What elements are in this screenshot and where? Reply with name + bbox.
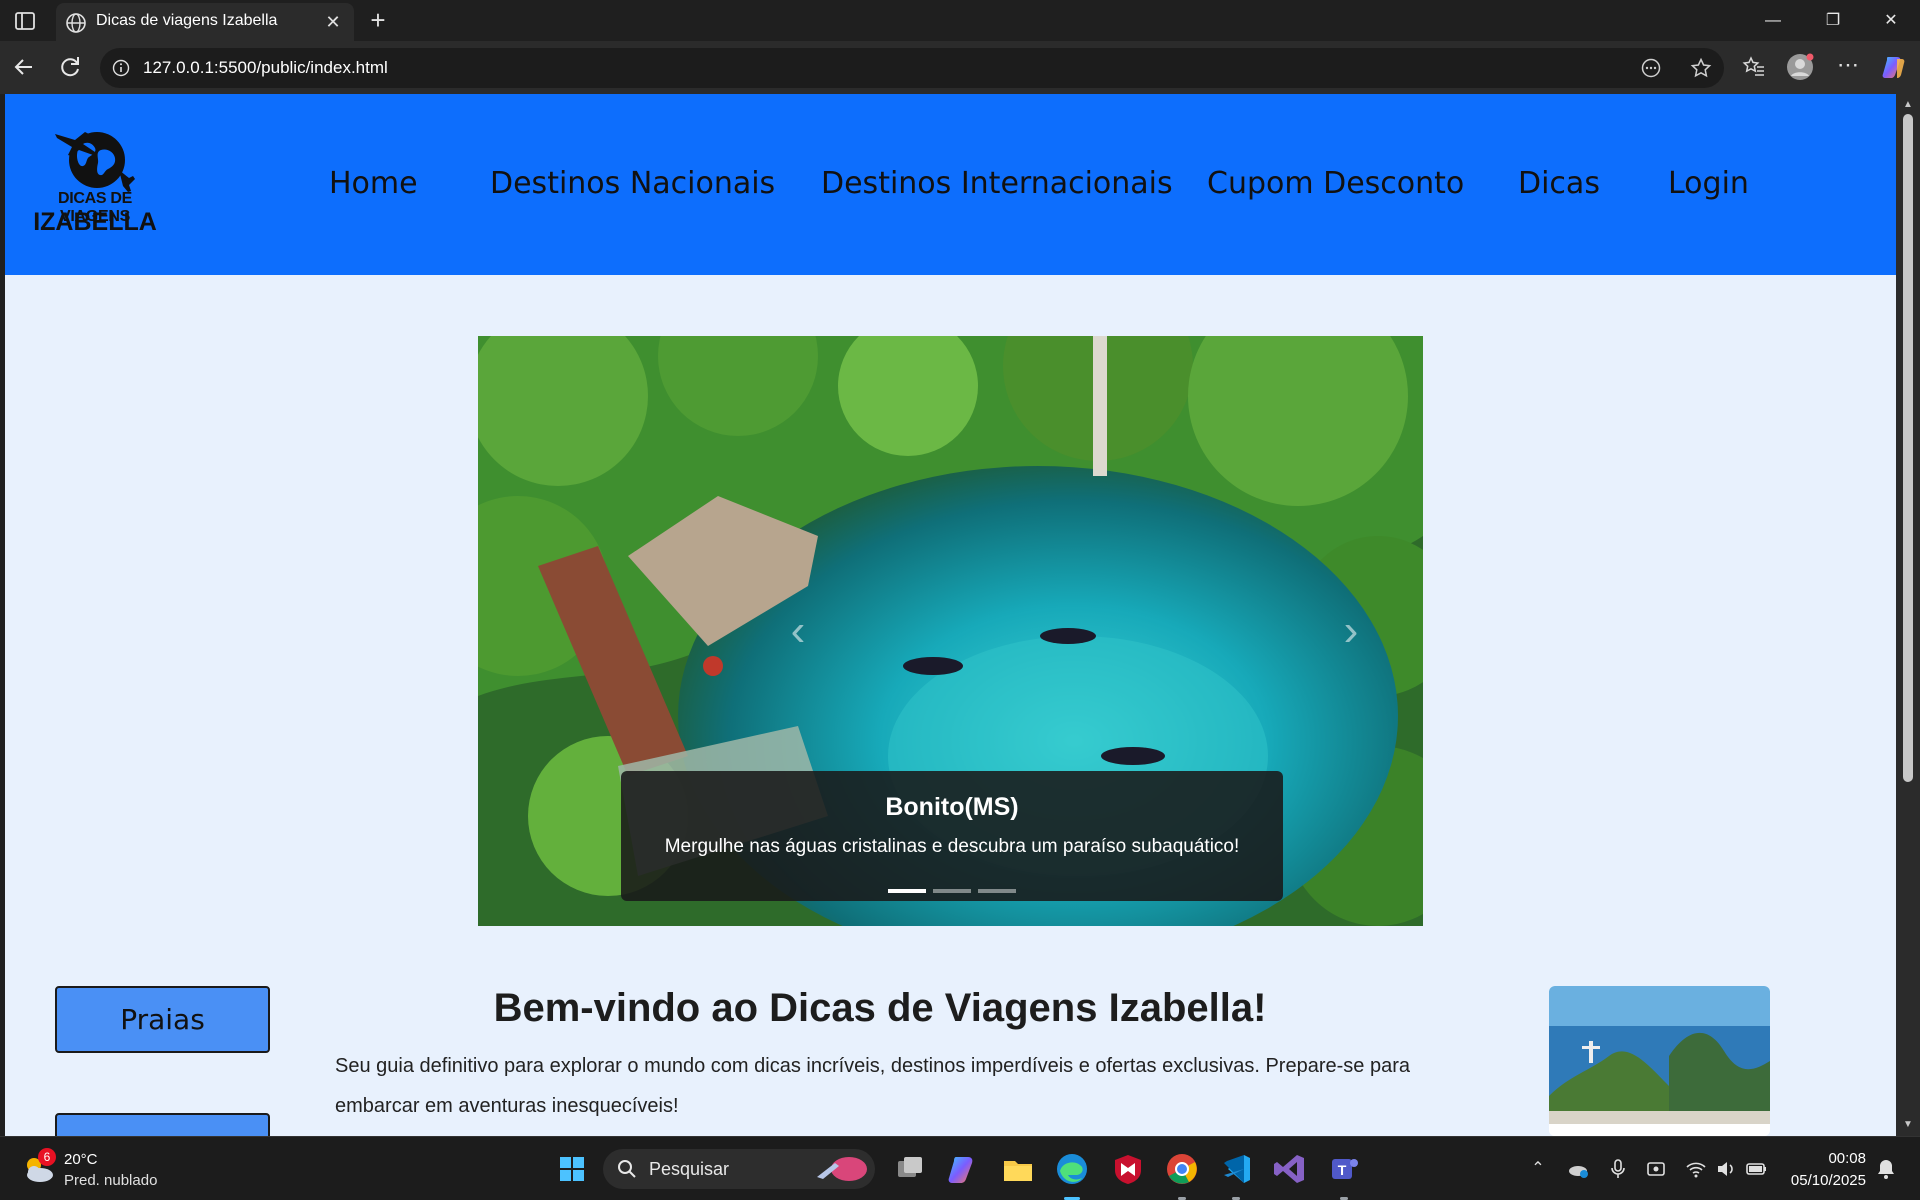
rio-destination-card[interactable] xyxy=(1549,986,1770,1136)
nav-destinos-internacionais[interactable]: Destinos Internacionais xyxy=(821,166,1173,201)
weather-desc: Pred. nublado xyxy=(64,1172,158,1189)
more-options-icon[interactable]: ⋯ xyxy=(1834,53,1862,81)
destination-carousel[interactable]: ‹ › Bonito(MS) Mergulhe nas águas crista… xyxy=(478,336,1423,926)
mcafee-icon[interactable] xyxy=(1108,1149,1148,1189)
welcome-title: Bem-vindo ao Dicas de Viagens Izabella! xyxy=(493,986,1267,1030)
tab-title: Dicas de viagens Izabella xyxy=(96,12,278,29)
taskbar-search[interactable]: Pesquisar xyxy=(603,1149,875,1189)
close-window-button[interactable]: ✕ xyxy=(1862,0,1920,41)
browser-toolbar: 127.0.0.1:5500/public/index.html ⋯ xyxy=(0,41,1920,94)
vscode-icon[interactable] xyxy=(1216,1149,1256,1189)
carousel-indicator-1[interactable] xyxy=(888,889,926,893)
site-header: DICAS DE VIAGENS IZABELLA Home Destinos … xyxy=(5,94,1896,275)
weather-temp: 20°C xyxy=(64,1151,98,1168)
globe-plane-logo-icon xyxy=(55,132,135,192)
screen-record-icon[interactable] xyxy=(1644,1157,1668,1181)
reload-icon[interactable] xyxy=(54,51,86,83)
favorite-star-icon[interactable] xyxy=(1690,57,1712,79)
microphone-icon[interactable] xyxy=(1606,1157,1630,1181)
category-button-praias[interactable]: Praias xyxy=(55,986,270,1053)
windows-taskbar: 6 20°C Pred. nublado Pesquisar T ⌃ 00:08… xyxy=(0,1136,1920,1200)
scrollbar-thumb[interactable] xyxy=(1903,114,1913,782)
site-info-icon[interactable] xyxy=(112,59,130,77)
chrome-icon[interactable] xyxy=(1162,1149,1202,1189)
scroll-up-icon[interactable]: ▲ xyxy=(1902,100,1914,110)
site-logo[interactable]: DICAS DE VIAGENS IZABELLA xyxy=(25,120,165,240)
reading-mode-icon[interactable] xyxy=(1640,57,1662,79)
nav-home[interactable]: Home xyxy=(329,166,418,201)
edge-browser-icon[interactable] xyxy=(1052,1149,1092,1189)
new-tab-button[interactable]: + xyxy=(364,6,392,34)
copilot-taskbar-icon[interactable] xyxy=(944,1149,984,1189)
page-scrollbar[interactable]: ▲ ▼ xyxy=(1896,94,1920,1136)
browser-tab[interactable]: Dicas de viagens Izabella ✕ xyxy=(56,3,354,41)
rio-de-janeiro-image xyxy=(1549,986,1770,1136)
sidebar-toggle-icon[interactable] xyxy=(12,8,38,34)
file-explorer-icon[interactable] xyxy=(998,1149,1038,1189)
battery-icon[interactable] xyxy=(1744,1157,1768,1181)
profile-avatar-icon[interactable] xyxy=(1786,53,1814,81)
wifi-icon[interactable] xyxy=(1684,1157,1708,1181)
category-button-second[interactable] xyxy=(55,1113,270,1136)
close-tab-icon[interactable]: ✕ xyxy=(322,11,344,33)
restore-button[interactable]: ❐ xyxy=(1804,0,1862,41)
carousel-caption: Bonito(MS) Mergulhe nas águas cristalina… xyxy=(621,771,1283,901)
teams-icon[interactable]: T xyxy=(1324,1149,1364,1189)
nav-dicas[interactable]: Dicas xyxy=(1518,166,1600,201)
windows-start-icon[interactable] xyxy=(552,1149,592,1189)
carousel-prev-button[interactable]: ‹ xyxy=(778,601,818,661)
notification-bell-icon[interactable] xyxy=(1874,1157,1898,1181)
logo-line2: IZABELLA xyxy=(33,208,157,236)
search-placeholder: Pesquisar xyxy=(649,1159,730,1179)
search-icon xyxy=(618,1160,636,1178)
task-view-icon[interactable] xyxy=(890,1149,930,1189)
show-hidden-icons[interactable]: ⌃ xyxy=(1526,1157,1550,1181)
welcome-text: Seu guia definitivo para explorar o mund… xyxy=(335,1055,1410,1117)
carousel-indicator-2[interactable] xyxy=(933,889,971,893)
minimize-button[interactable]: — xyxy=(1744,0,1802,41)
volume-icon[interactable] xyxy=(1714,1157,1738,1181)
nav-destinos-nacionais[interactable]: Destinos Nacionais xyxy=(490,166,775,201)
browser-tab-bar: Dicas de viagens Izabella ✕ + — ❐ ✕ xyxy=(0,0,1920,41)
visual-studio-icon[interactable] xyxy=(1270,1149,1310,1189)
back-icon[interactable] xyxy=(8,51,40,83)
onedrive-icon[interactable] xyxy=(1566,1157,1590,1181)
clock-date[interactable]: 05/10/2025 xyxy=(1791,1172,1866,1189)
slide-description: Mergulhe nas águas cristalinas e descubr… xyxy=(664,836,1240,857)
search-highlight-art-icon xyxy=(817,1157,867,1181)
slide-title: Bonito(MS) xyxy=(885,793,1019,821)
address-bar[interactable]: 127.0.0.1:5500/public/index.html xyxy=(100,48,1724,88)
copilot-icon[interactable] xyxy=(1880,53,1908,81)
globe-icon xyxy=(66,13,86,33)
nav-login[interactable]: Login xyxy=(1668,166,1749,201)
favorites-icon[interactable] xyxy=(1740,53,1768,81)
scroll-down-icon[interactable]: ▼ xyxy=(1902,1120,1914,1130)
svg-text:T: T xyxy=(1338,1162,1347,1178)
weather-badge: 6 xyxy=(38,1148,56,1166)
carousel-indicator-3[interactable] xyxy=(978,889,1016,893)
nav-cupom-desconto[interactable]: Cupom Desconto xyxy=(1207,166,1464,201)
page-viewport: DICAS DE VIAGENS IZABELLA Home Destinos … xyxy=(5,94,1896,1136)
carousel-next-button[interactable]: › xyxy=(1331,601,1371,661)
clock-time[interactable]: 00:08 xyxy=(1828,1150,1866,1167)
url-text: 127.0.0.1:5500/public/index.html xyxy=(143,58,388,77)
